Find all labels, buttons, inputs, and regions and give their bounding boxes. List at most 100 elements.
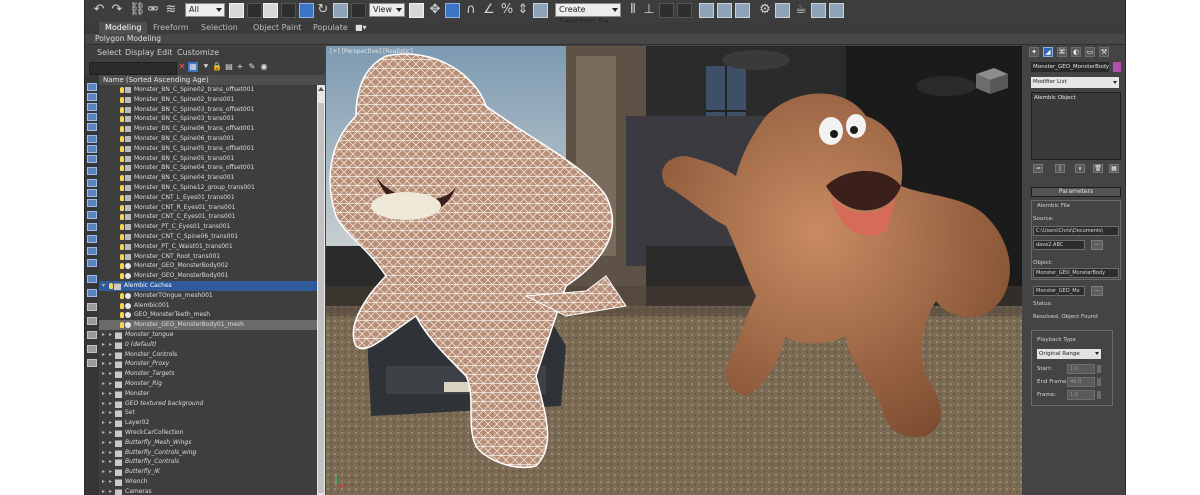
undo-icon[interactable]: ↶ <box>91 2 107 18</box>
tree-row[interactable]: Monster_PT_C_Waist01_trans001 <box>99 242 317 252</box>
tree-row[interactable]: Monster_CNT_C_Eyes01_trans001 <box>99 212 317 222</box>
tree-row[interactable]: Monster_BN_C_Spine06_trans_offset001 <box>99 124 317 134</box>
expand-arrow-icon[interactable]: ▾ <box>102 281 108 291</box>
object-name-field[interactable]: Monster_GEO_MonsterBody0 <box>1031 62 1109 72</box>
display-filter-button[interactable] <box>87 123 97 131</box>
expand-arrow-icon[interactable]: ▸ <box>102 438 108 448</box>
display-filter-button[interactable] <box>87 93 97 101</box>
display-filter-button[interactable] <box>87 223 97 231</box>
create-layer-icon[interactable]: + <box>235 62 245 72</box>
render-production-icon[interactable]: ☕ <box>793 2 809 18</box>
layer-row[interactable]: ▸ ▸ Butterfly_Mesh_Wings <box>99 438 317 448</box>
scroll-up-icon[interactable] <box>318 87 324 91</box>
bind-space-warp-icon[interactable]: ≋ <box>163 2 179 18</box>
tree-row[interactable]: Monster_BN_C_Spine04_trans_offset001 <box>99 163 317 173</box>
add-to-layer-icon[interactable]: ✎ <box>247 62 257 72</box>
expand-arrow-icon[interactable]: ▸ <box>102 418 108 428</box>
toggle-scene-explorer-icon[interactable] <box>659 3 674 18</box>
window-crossing-icon[interactable] <box>281 3 296 18</box>
display-filter-button[interactable] <box>87 83 97 91</box>
display-filter-button[interactable] <box>87 145 97 153</box>
scrollbar-thumb[interactable] <box>318 103 324 493</box>
object-field-short[interactable]: Monster_GEO_Mo <box>1033 286 1085 296</box>
tree-row[interactable]: Monster_CNT_L_Eyes01_trans001 <box>99 193 317 203</box>
expand-arrow-icon[interactable]: ▸ <box>102 477 108 487</box>
display-filter-button[interactable] <box>87 199 97 207</box>
tree-row[interactable]: Monster_BN_C_Spine06_trans001 <box>99 134 317 144</box>
display-filter-button[interactable] <box>87 275 97 283</box>
keyboard-shortcut-override-icon[interactable] <box>445 3 460 18</box>
start-spinner-arrows[interactable] <box>1097 365 1101 373</box>
expand-arrow-icon[interactable]: ▸ <box>102 467 108 477</box>
expand-arrow-icon[interactable]: ▸ <box>102 389 108 399</box>
select-by-name-icon[interactable] <box>247 3 262 18</box>
layer-icon[interactable]: ▤ <box>224 62 234 72</box>
display-filter-button[interactable] <box>87 359 97 367</box>
modifier-stack[interactable]: Alembic Object <box>1031 92 1121 160</box>
tree-row[interactable]: Monster_BN_C_Spine02_trans001 <box>99 95 317 105</box>
display-filter-button[interactable] <box>87 135 97 143</box>
rotate-icon[interactable]: ↻ <box>315 2 331 18</box>
display-filter-button[interactable] <box>87 345 97 353</box>
source-path-field[interactable]: C:\Users\Chris\Documents\ <box>1033 226 1119 236</box>
frame-spinner-arrows[interactable] <box>1097 391 1101 399</box>
expand-arrow-icon[interactable]: ▸ <box>102 408 108 418</box>
scale-icon[interactable] <box>333 3 348 18</box>
move-gizmo-icon[interactable]: ✥ <box>427 2 443 18</box>
menu-edit[interactable]: Edit <box>157 46 173 59</box>
tree-row[interactable]: Monster_BN_C_Spine05_trans001 <box>99 154 317 164</box>
material-editor-icon[interactable] <box>735 3 750 18</box>
start-spinner[interactable]: 1.0 <box>1067 364 1095 374</box>
pivot-center-icon[interactable] <box>409 3 424 18</box>
tree-row[interactable]: Monster_CNT_C_Spine06_trans001 <box>99 232 317 242</box>
expand-arrow-icon[interactable]: ▸ <box>102 399 108 409</box>
remove-modifier-icon[interactable]: 🗑 <box>1093 164 1103 173</box>
tree-row[interactable]: Monster_CNT_R_Eyes01_trans001 <box>99 203 317 213</box>
find-icon[interactable]: ▦ <box>188 62 198 72</box>
render-setup-icon[interactable]: ⚙ <box>757 2 773 18</box>
scene-search-field[interactable] <box>89 62 177 75</box>
unlink-icon[interactable]: ⚮ <box>145 2 161 18</box>
selection-filter-dropdown[interactable]: All <box>185 3 225 17</box>
tree-row[interactable]: Monster_BN_C_Spine02_trans_offset001 <box>99 85 317 95</box>
tree-row[interactable]: Monster_BN_C_Spine03_trans001 <box>99 114 317 124</box>
layer-row[interactable]: ▸ ▸ Cameras <box>99 487 317 495</box>
layer-row[interactable]: ▸ ▸ Monster <box>99 389 317 399</box>
layer-row[interactable]: ▸ ▸ Butterfly_Controls_wing <box>99 448 317 458</box>
tree-row[interactable]: MonsterTOngue_mesh001 <box>99 291 317 301</box>
curve-editor-icon[interactable] <box>699 3 714 18</box>
tree-row[interactable]: Monster_BN_C_Spine04_trans001 <box>99 173 317 183</box>
schematic-view-icon[interactable] <box>717 3 732 18</box>
menu-display[interactable]: Display <box>125 46 155 59</box>
object-color-swatch[interactable] <box>1113 62 1121 72</box>
percent-snap-icon[interactable]: % <box>499 2 515 18</box>
frame-spinner[interactable]: 1.0 <box>1067 390 1095 400</box>
select-object-icon[interactable] <box>229 3 244 18</box>
layer-row[interactable]: ▸ ▸ Monster_Targets <box>99 369 317 379</box>
hierarchy-tab-icon[interactable]: ⌘ <box>1057 47 1067 57</box>
tree-row[interactable]: Monster_BN_C_Spine03_trans_offset001 <box>99 105 317 115</box>
playback-type-dropdown[interactable]: Original Range <box>1037 349 1101 359</box>
end-frame-spinner[interactable]: 40.0 <box>1067 377 1095 387</box>
expand-arrow-icon[interactable]: ▸ <box>102 369 108 379</box>
menu-select[interactable]: Select <box>97 46 122 59</box>
display-filter-button[interactable] <box>87 331 97 339</box>
layer-row[interactable]: ▸ ▸ Set <box>99 408 317 418</box>
layer-row[interactable]: ▸ ▸ Wrench <box>99 477 317 487</box>
utilities-tab-icon[interactable]: ⚒ <box>1099 47 1109 57</box>
perspective-viewport[interactable]: [+] [Perspective] [Realistic] <box>326 46 1022 495</box>
align-icon[interactable]: ⊥ <box>641 2 657 18</box>
display-filter-button[interactable] <box>87 259 97 267</box>
lock-icon[interactable]: 🔒 <box>212 62 222 72</box>
expand-arrow-icon[interactable]: ▸ <box>102 487 108 495</box>
filter-icon[interactable]: ⯆ <box>201 62 211 72</box>
scene-explorer-scrollbar[interactable] <box>317 85 325 495</box>
tab-freeform[interactable]: Freeform <box>153 22 189 34</box>
edit-named-selection-icon[interactable] <box>533 3 548 18</box>
link-icon[interactable]: ⛓ <box>129 2 146 18</box>
tree-row[interactable]: Monster_GEO_MonsterBody001 <box>99 271 317 281</box>
display-filter-button[interactable] <box>87 235 97 243</box>
display-filter-button[interactable] <box>87 289 97 297</box>
tree-row[interactable]: Monster_CNT_Root_trans001 <box>99 252 317 262</box>
select-and-move-icon[interactable] <box>299 3 314 18</box>
